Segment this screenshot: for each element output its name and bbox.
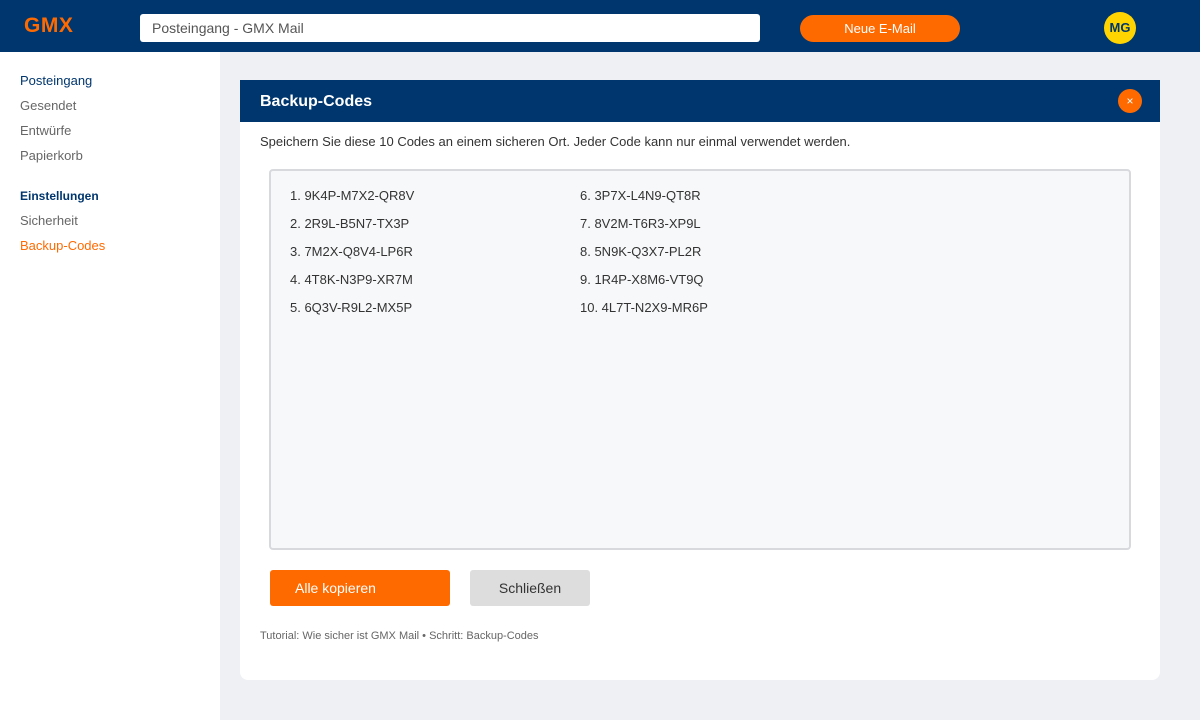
close-icon[interactable]: × xyxy=(1118,89,1142,113)
sidebar-item-inbox[interactable]: Posteingang xyxy=(20,73,92,88)
backup-code-item: 10. 4L7T-N2X9-MR6P xyxy=(580,300,708,315)
sidebar-item-backup-codes[interactable]: Backup-Codes xyxy=(20,238,105,253)
dialog-header: Backup-Codes × xyxy=(240,80,1160,122)
copy-all-button[interactable]: Alle kopieren xyxy=(270,570,450,606)
top-bar: GMX Neue E-Mail MG xyxy=(0,0,1200,52)
backup-code-item: 7. 8V2M-T6R3-XP9L xyxy=(580,216,701,231)
sidebar-item-security[interactable]: Sicherheit xyxy=(20,213,78,228)
backup-code-item: 2. 2R9L-B5N7-TX3P xyxy=(290,216,410,231)
dialog-title: Backup-Codes xyxy=(260,93,373,110)
backup-code-item: 8. 5N9K-Q3X7-PL2R xyxy=(580,244,702,259)
sidebar: Posteingang Gesendet Entwürfe Papierkorb… xyxy=(0,52,220,720)
dialog-instruction: Speichern Sie diese 10 Codes an einem si… xyxy=(260,134,851,149)
backup-code-item: 9. 1R4P-X8M6-VT9Q xyxy=(580,272,704,287)
sidebar-heading-settings: Einstellungen xyxy=(20,189,99,203)
new-mail-button[interactable]: Neue E-Mail xyxy=(800,15,960,42)
backup-code-item: 1. 9K4P-M7X2-QR8V xyxy=(290,188,415,203)
sidebar-item-sent[interactable]: Gesendet xyxy=(20,98,76,113)
codes-list: 1. 9K4P-M7X2-QR8V 2. 2R9L-B5N7-TX3P 3. 7… xyxy=(269,169,1131,550)
tutorial-note: Tutorial: Wie sicher ist GMX Mail • Schr… xyxy=(260,630,539,642)
close-button[interactable]: Schließen xyxy=(470,570,590,606)
avatar[interactable]: MG xyxy=(1104,12,1136,44)
search-input[interactable] xyxy=(140,14,760,42)
gmx-logo[interactable]: GMX xyxy=(24,14,73,38)
backup-code-item: 3. 7M2X-Q8V4-LP6R xyxy=(290,244,413,259)
backup-code-item: 6. 3P7X-L4N9-QT8R xyxy=(580,188,701,203)
sidebar-item-trash[interactable]: Papierkorb xyxy=(20,148,83,163)
backup-code-item: 5. 6Q3V-R9L2-MX5P xyxy=(290,300,413,315)
sidebar-item-drafts[interactable]: Entwürfe xyxy=(20,123,71,138)
backup-code-item: 4. 4T8K-N3P9-XR7M xyxy=(290,272,413,287)
backup-codes-dialog: Backup-Codes × Speichern Sie diese 10 Co… xyxy=(240,80,1160,680)
